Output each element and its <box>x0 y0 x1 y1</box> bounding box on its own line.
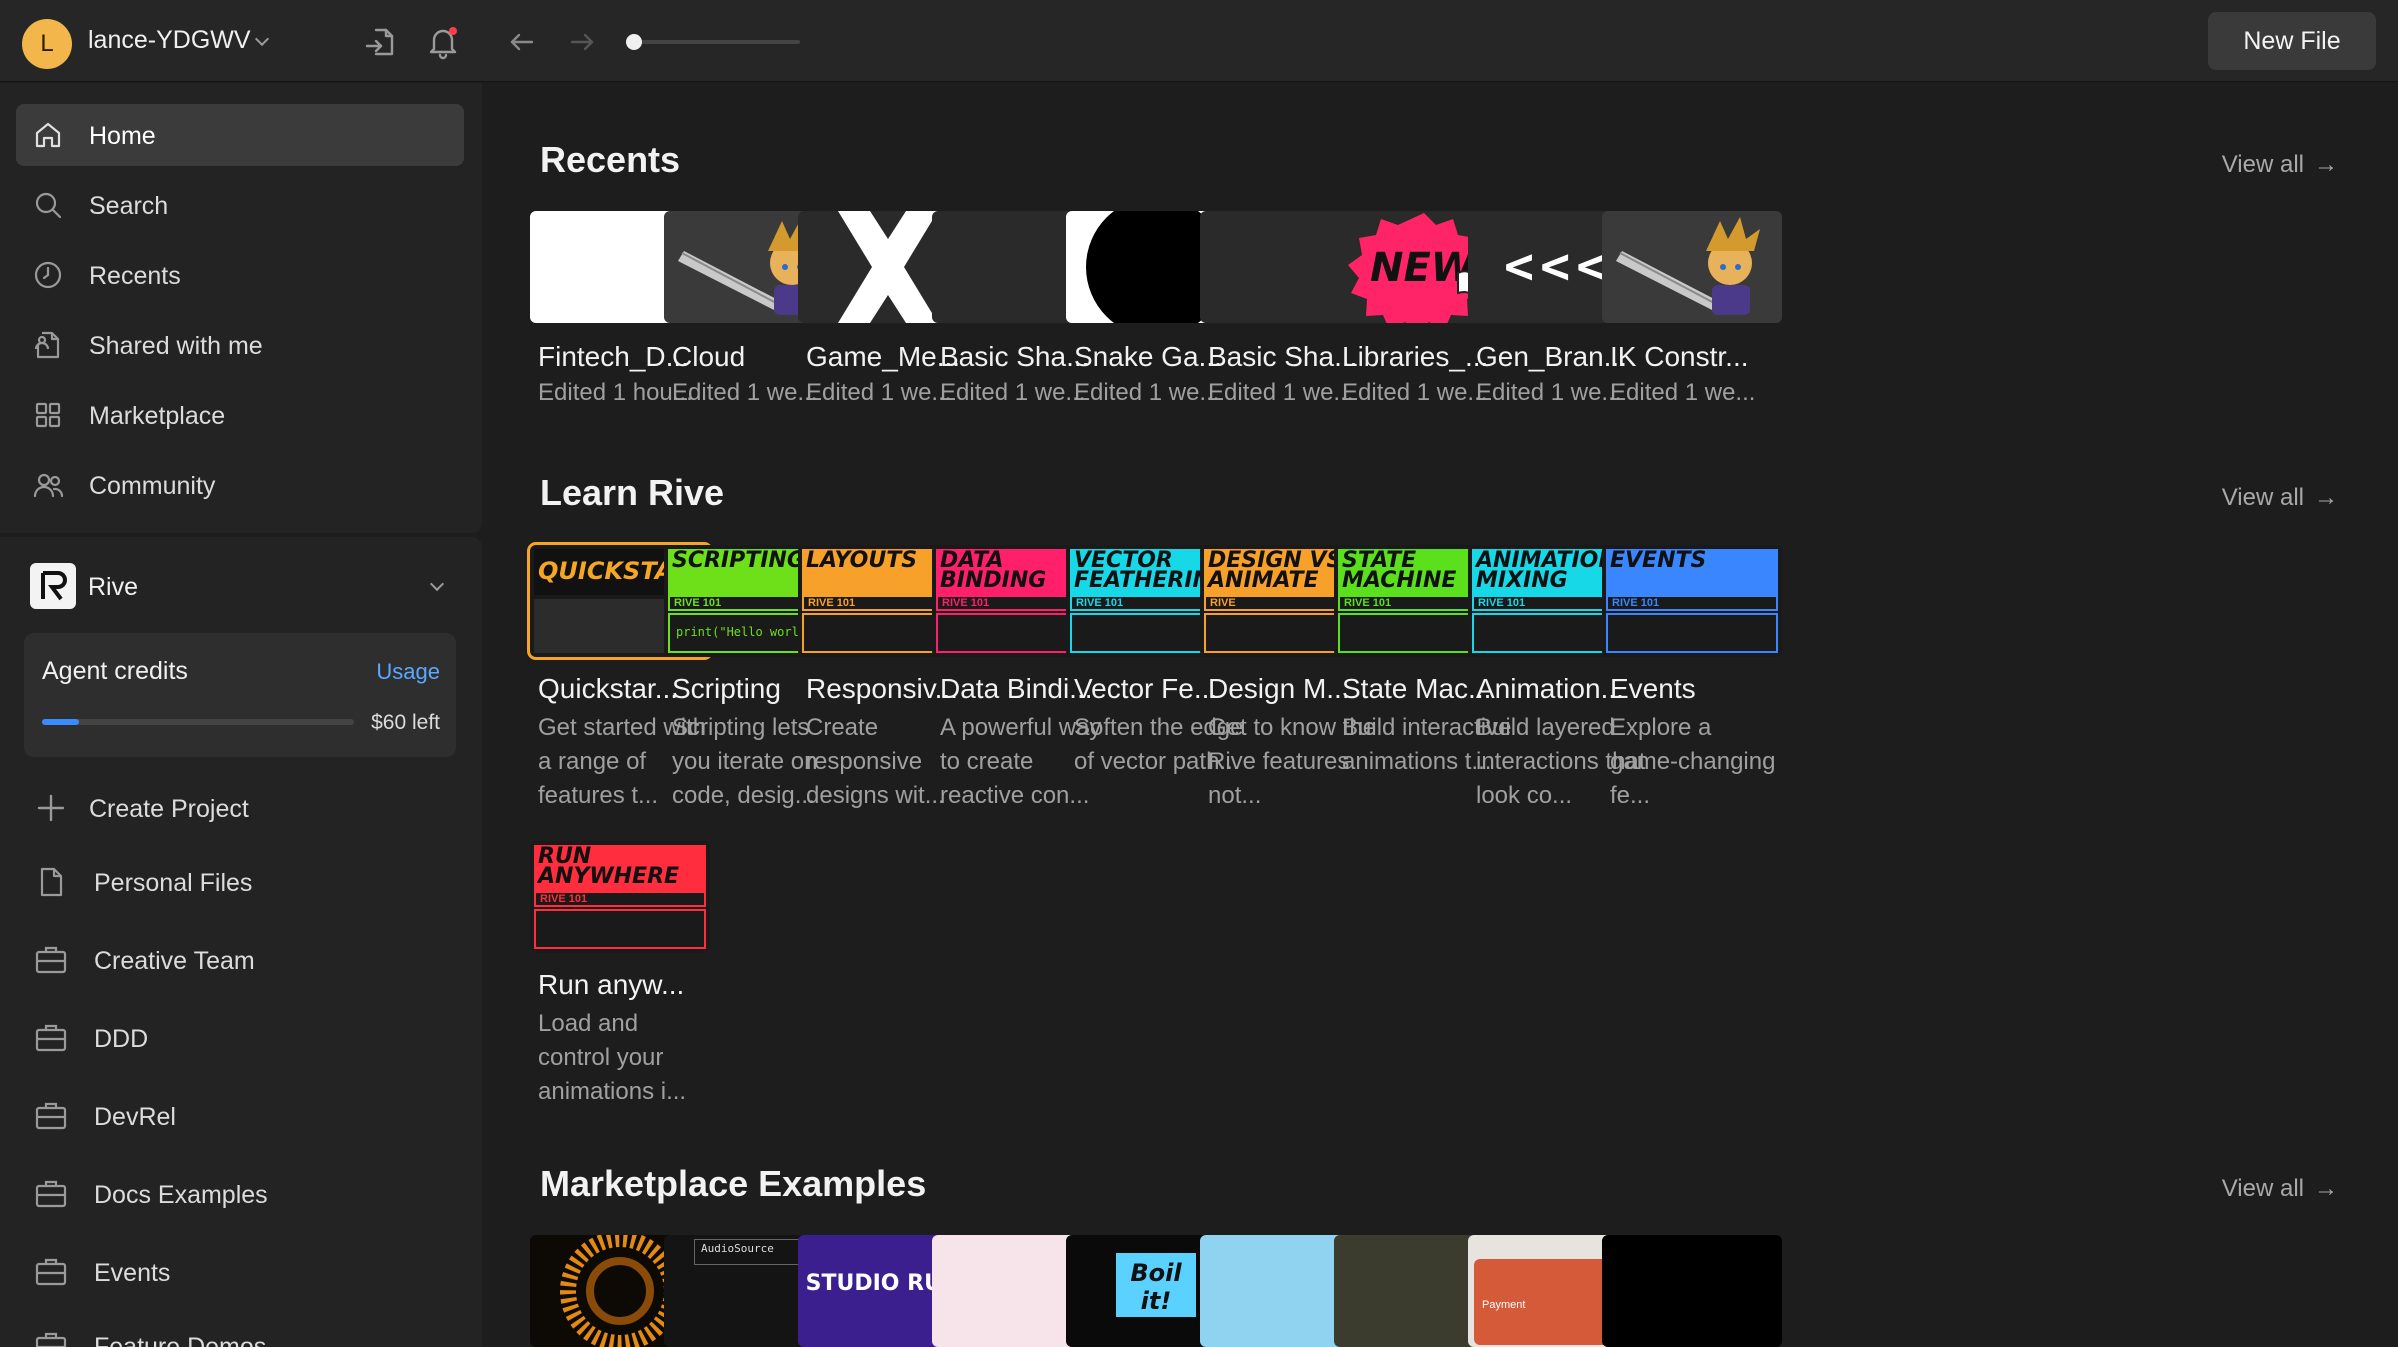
nav-shared-with-me[interactable]: Shared with me <box>16 314 464 376</box>
briefcase-icon <box>35 1180 67 1208</box>
learn-heading: Learn Rive <box>540 472 725 513</box>
learn-title: Events <box>1610 673 1696 704</box>
recents-view-all-link[interactable]: View all → <box>2222 151 2338 179</box>
credits-progress-bar <box>42 719 354 725</box>
view-all-label: View all <box>2221 151 2304 178</box>
import-icon[interactable] <box>362 24 398 60</box>
nav-label: Recents <box>89 262 181 290</box>
ws-item-label: Personal Files <box>94 869 253 897</box>
team-item-creative-team[interactable]: Creative Team <box>16 929 464 991</box>
back-arrow-icon[interactable] <box>504 24 540 60</box>
file-thumbnail <box>1602 211 1782 323</box>
ws-item-label: Create Project <box>89 795 249 823</box>
team-item-events[interactable]: Events <box>16 1241 464 1303</box>
rive-101-strip: RIVE 101 <box>1606 595 1778 611</box>
history-slider-handle[interactable] <box>626 34 643 50</box>
avatar[interactable]: L <box>22 19 72 69</box>
learn-thumb-art <box>1606 613 1778 653</box>
arrow-right-icon: → <box>2314 1175 2338 1202</box>
ws-item-label: Creative Team <box>94 947 255 975</box>
marketplace-heading: Marketplace Examples <box>540 1163 927 1204</box>
chevrons-text: <<< <box>1504 237 1613 295</box>
nav-label: Marketplace <box>89 402 226 430</box>
plus-icon <box>37 794 65 822</box>
briefcase-icon <box>35 946 67 974</box>
file-title: IK Constr... <box>1610 341 1749 372</box>
credits-remaining: $60 left <box>371 711 440 734</box>
marketplace-thumbnail <box>1602 1235 1782 1347</box>
learn-thumbnail: RUN ANYWHERE RIVE 101 <box>530 841 710 953</box>
agent-credits-card: Agent credits Usage $60 left <box>24 633 456 757</box>
file-icon <box>40 867 63 897</box>
chevron-down-icon[interactable] <box>429 576 445 592</box>
nav-community[interactable]: Community <box>16 454 464 516</box>
account-name[interactable]: lance-YDGWV <box>88 26 251 55</box>
file-edited-time: Edited 1 we... <box>1610 379 1756 406</box>
workspace-panel: Rive Agent credits Usage $60 left Create… <box>0 537 482 1347</box>
sidebar: Home Search Recents Shared with me Marke… <box>0 83 482 1347</box>
rive-logo <box>30 563 76 609</box>
primary-nav: Home Search Recents Shared with me Marke… <box>0 83 482 533</box>
nav-marketplace[interactable]: Marketplace <box>16 384 464 446</box>
bell-icon[interactable] <box>425 24 461 60</box>
learn-description: Load and control your animations i... <box>538 1010 687 1105</box>
usage-link[interactable]: Usage <box>376 659 440 685</box>
nav-label: Community <box>89 472 216 500</box>
recents-heading: Recents <box>540 139 681 180</box>
briefcase-icon <box>35 1102 67 1130</box>
view-all-label: View all <box>2221 1175 2304 1202</box>
forward-arrow-icon[interactable] <box>564 24 600 60</box>
app-window: L lance-YDGWV New File Home Search Recen… <box>0 0 2398 1347</box>
arrow-right-icon: → <box>2314 151 2338 178</box>
history-slider-track[interactable] <box>634 40 800 44</box>
learn-view-all-link[interactable]: View all → <box>2222 484 2338 512</box>
briefcase-icon <box>35 1024 67 1052</box>
chevron-down-icon[interactable] <box>254 31 270 47</box>
clock-icon <box>34 261 62 289</box>
new-file-button[interactable]: New File <box>2208 12 2376 70</box>
marketplace-view-all-link[interactable]: View all → <box>2222 1175 2338 1203</box>
learn-thumb-art <box>534 909 706 949</box>
credits-progress-fill <box>42 719 80 725</box>
learn-banner-text: RUN ANYWHERE <box>534 845 706 891</box>
team-item-feature-demos[interactable]: Feature Demos <box>16 1315 464 1347</box>
learn-title: Run anyw... <box>538 969 685 1000</box>
main-content: Recents View all → Fintech_D... Edited 1 h… <box>482 83 2398 1347</box>
create-project-button[interactable]: Create Project <box>16 777 464 839</box>
rive-101-strip: RIVE 101 <box>534 891 706 907</box>
nav-home[interactable]: Home <box>16 104 464 166</box>
ws-item-label: Feature Demos <box>94 1333 267 1347</box>
personal-files-item[interactable]: Personal Files <box>16 851 464 913</box>
search-icon <box>35 192 62 219</box>
team-item-devrel[interactable]: DevRel <box>16 1085 464 1147</box>
view-all-label: View all <box>2221 484 2304 511</box>
ws-item-label: DevRel <box>94 1103 176 1131</box>
team-item-docs-examples[interactable]: Docs Examples <box>16 1163 464 1225</box>
nav-label: Home <box>89 122 156 150</box>
arrow-right-icon: → <box>2314 484 2338 511</box>
nav-label: Shared with me <box>89 332 263 360</box>
ws-item-label: Docs Examples <box>94 1181 268 1209</box>
ws-item-label: Events <box>94 1259 171 1287</box>
shared-icon <box>34 331 60 359</box>
learn-description: Explore a game-changing fe... <box>1610 714 1776 809</box>
nav-recents[interactable]: Recents <box>16 244 464 306</box>
ws-item-label: DDD <box>94 1025 149 1053</box>
credits-title: Agent credits <box>42 657 188 685</box>
learn-banner-text: EVENTS <box>1606 549 1778 595</box>
marketplace-thumb-label: AudioSource <box>694 1239 814 1265</box>
nav-label: Search <box>89 192 169 220</box>
nav-search[interactable]: Search <box>16 174 464 236</box>
briefcase-icon <box>35 1332 67 1347</box>
team-item-ddd[interactable]: DDD <box>16 1007 464 1069</box>
users-icon <box>33 473 64 498</box>
home-icon <box>35 122 61 148</box>
learn-thumbnail: EVENTS RIVE 101 <box>1602 545 1782 657</box>
briefcase-icon <box>35 1258 67 1286</box>
top-bar: L lance-YDGWV New File <box>0 0 2398 82</box>
marketplace-thumb-label: Boil it! <box>1116 1253 1196 1317</box>
grid-icon <box>35 402 61 428</box>
workspace-name[interactable]: Rive <box>88 573 138 602</box>
